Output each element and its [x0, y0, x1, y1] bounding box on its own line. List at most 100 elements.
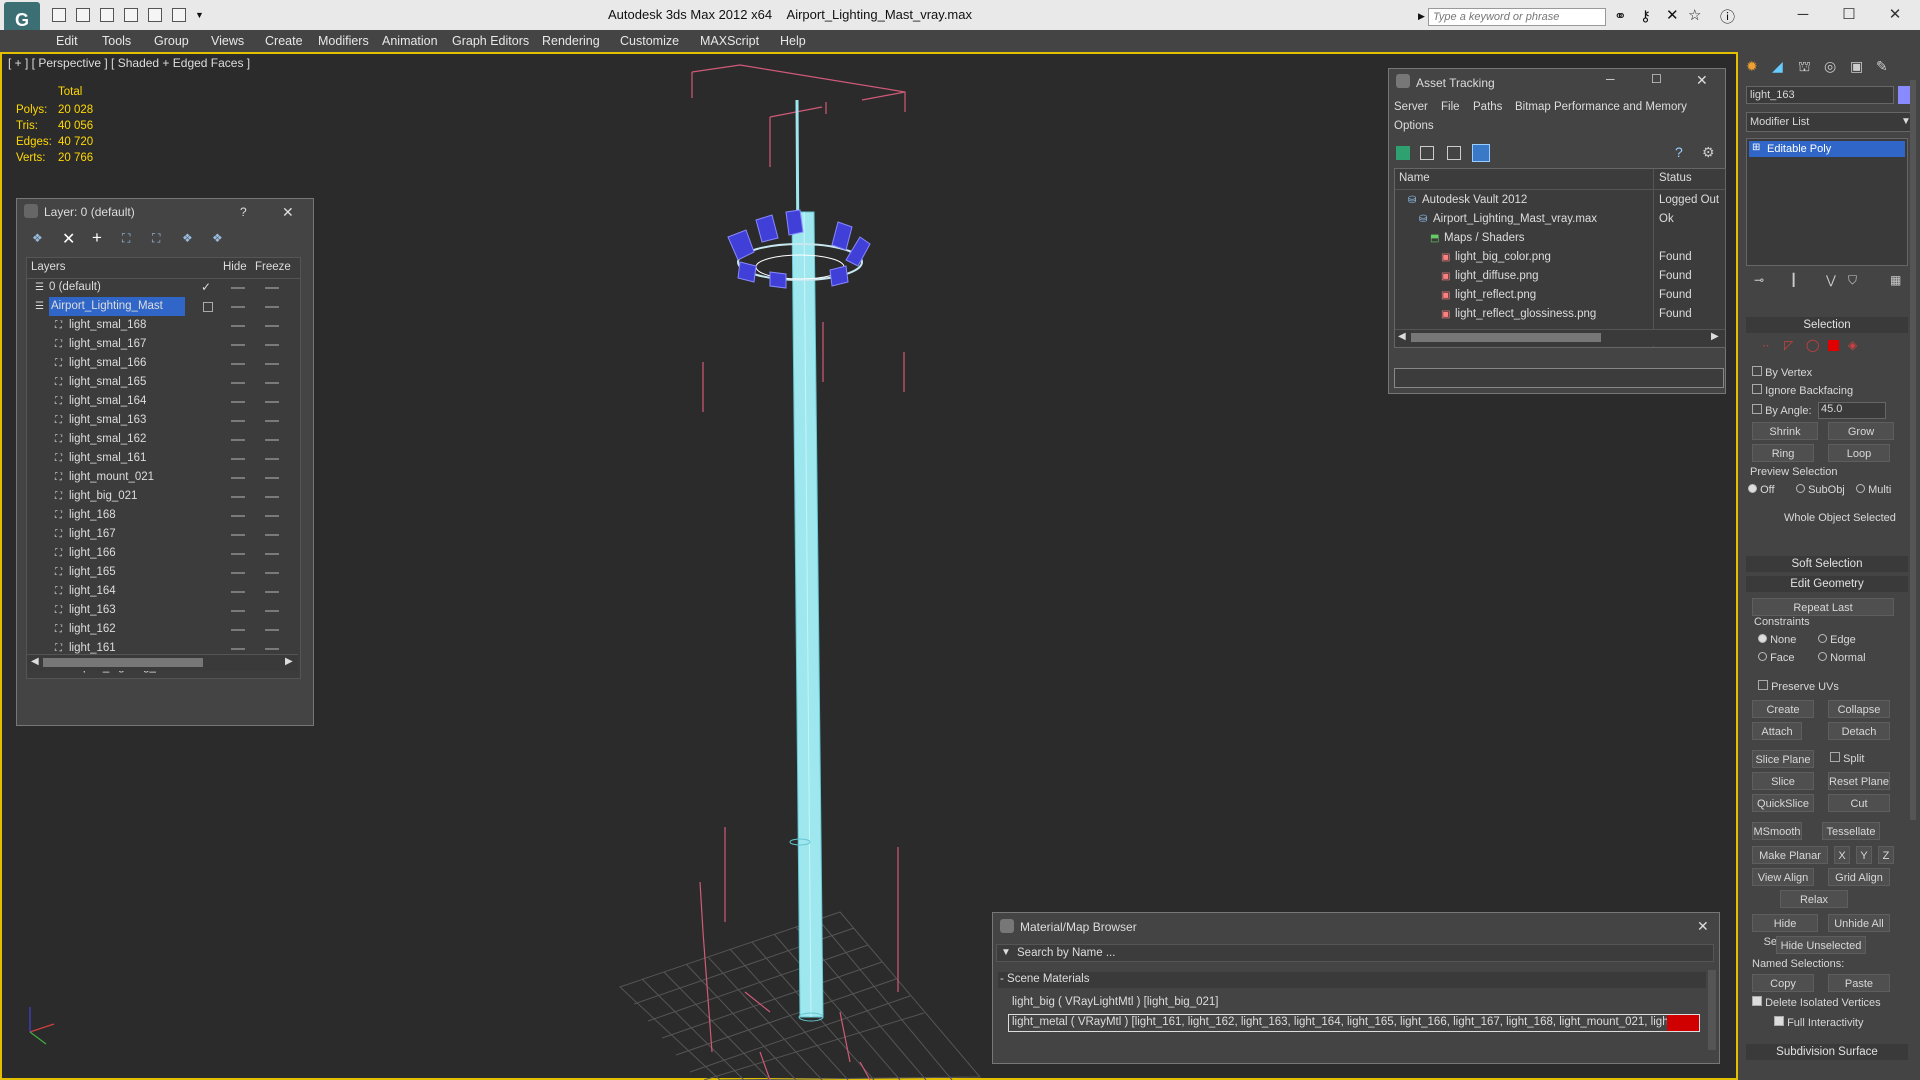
hide-toggle[interactable] — [231, 458, 245, 460]
asset-scroll-thumb[interactable] — [1411, 333, 1601, 342]
delete-layer-icon[interactable]: ✕ — [62, 229, 75, 249]
utilities-tab-icon[interactable]: ✎ — [1876, 58, 1888, 75]
asset-close-button[interactable]: ✕ — [1696, 72, 1708, 89]
freeze-toggle[interactable] — [265, 344, 279, 346]
cut-button[interactable]: Cut — [1828, 794, 1890, 812]
preserve-uvs-checkbox[interactable]: Preserve UVs — [1758, 680, 1839, 693]
layer-help-button[interactable]: ? — [240, 205, 247, 219]
layer-row[interactable]: ⛶ light_smal_163 — [27, 411, 300, 430]
preview-multi-radio[interactable]: Multi — [1856, 484, 1891, 496]
by-vertex-checkbox[interactable]: By Vertex — [1752, 366, 1812, 379]
slice-plane-button[interactable]: Slice Plane — [1752, 750, 1814, 768]
layer-row[interactable]: ⛶ light_smal_164 — [27, 392, 300, 411]
paste-button[interactable]: Paste — [1828, 974, 1890, 992]
column-hide[interactable]: Hide — [223, 261, 247, 273]
command-panel-scrollbar[interactable] — [1910, 80, 1916, 820]
freeze-toggle[interactable] — [265, 610, 279, 612]
hide-toggle[interactable] — [231, 287, 245, 289]
object-name-field[interactable]: light_163 — [1746, 86, 1894, 104]
hide-unselected-button[interactable]: Hide Unselected — [1776, 936, 1866, 954]
menu-modifiers[interactable]: Modifiers — [318, 30, 369, 52]
make-unique-icon[interactable]: ⋁ — [1826, 273, 1836, 287]
select-layer-icon[interactable]: ⛶ — [152, 231, 160, 246]
maximize-button[interactable]: ☐ — [1826, 0, 1872, 30]
expand-plus-icon[interactable]: ⊞ — [1752, 142, 1760, 153]
reset-plane-button[interactable]: Reset Plane — [1828, 772, 1890, 790]
layer-row[interactable]: ⛶ light_smal_167 — [27, 335, 300, 354]
asset-settings-icon[interactable]: ⚙ — [1702, 144, 1715, 161]
hide-toggle[interactable] — [231, 306, 245, 308]
freeze-toggle[interactable] — [265, 325, 279, 327]
layer-row[interactable]: ⛶ light_165 — [27, 563, 300, 582]
quick-access-dropdown-icon[interactable]: ▼ — [195, 10, 204, 20]
slice-button[interactable]: Slice — [1752, 772, 1814, 790]
make-current-layer-icon[interactable]: ❖ — [182, 231, 193, 245]
loop-button[interactable]: Loop — [1828, 444, 1890, 462]
edge-level-icon[interactable]: ◸ — [1784, 338, 1793, 352]
selection-rollout-header[interactable]: Selection — [1746, 317, 1908, 333]
refresh-icon[interactable] — [1396, 146, 1410, 160]
hide-toggle[interactable] — [231, 610, 245, 612]
quickslice-button[interactable]: QuickSlice — [1752, 794, 1814, 812]
favorites-star-icon[interactable]: ☆ — [1688, 6, 1701, 24]
create-layer-icon[interactable]: ❖ — [32, 231, 43, 245]
make-planar-button[interactable]: Make Planar — [1752, 846, 1828, 864]
copy-button[interactable]: Copy — [1752, 974, 1814, 992]
asset-menu-paths[interactable]: Paths — [1473, 101, 1502, 113]
material-close-button[interactable]: ✕ — [1697, 918, 1709, 935]
hide-toggle[interactable] — [231, 344, 245, 346]
layer-row[interactable]: ⛶ light_162 — [27, 620, 300, 639]
scene-materials-header[interactable]: - Scene Materials — [998, 972, 1706, 988]
select-objects-icon[interactable]: ⛶ — [122, 231, 130, 246]
menu-views[interactable]: Views — [211, 30, 244, 52]
scroll-left-icon[interactable]: ◀ — [31, 656, 39, 667]
subdivision-surface-rollout-header[interactable]: Subdivision Surface — [1746, 1044, 1908, 1060]
hide-toggle[interactable] — [231, 477, 245, 479]
layer-row[interactable]: ⛶ light_163 — [27, 601, 300, 620]
make-planar-x-button[interactable]: X — [1834, 846, 1850, 864]
layer-row[interactable]: ⛶ light_164 — [27, 582, 300, 601]
freeze-toggle[interactable] — [265, 306, 279, 308]
layer-horizontal-scrollbar[interactable]: ◀ ▶ — [27, 654, 298, 671]
edit-geometry-rollout-header[interactable]: Edit Geometry — [1746, 576, 1908, 592]
freeze-toggle[interactable] — [265, 553, 279, 555]
material-item-light-metal[interactable]: light_metal ( VRayMtl ) [light_161, ligh… — [1008, 1014, 1700, 1032]
asset-minimize-button[interactable]: ─ — [1606, 72, 1615, 86]
keyword-search-input[interactable]: Type a keyword or phrase — [1428, 8, 1606, 26]
preview-subobj-radio[interactable]: SubObj — [1796, 484, 1845, 496]
close-window-button[interactable]: ✕ — [1872, 0, 1918, 30]
asset-maximize-button[interactable]: ☐ — [1651, 72, 1662, 86]
hide-selected-button[interactable]: Hide Selected — [1752, 914, 1818, 948]
hide-toggle[interactable] — [231, 553, 245, 555]
motion-tab-icon[interactable]: ◎ — [1824, 58, 1836, 75]
asset-row[interactable]: ▣ light_diffuse.png Found — [1395, 267, 1725, 286]
layer-row[interactable]: ⛶ light_166 — [27, 544, 300, 563]
hide-toggle[interactable] — [231, 420, 245, 422]
asset-row[interactable]: ▣ light_reflect_glossiness.png Found — [1395, 305, 1725, 324]
hide-toggle[interactable] — [231, 439, 245, 441]
layer-row[interactable]: ⛶ light_mount_021 — [27, 468, 300, 487]
asset-row[interactable]: ⛁ Autodesk Vault 2012 Logged Out — [1395, 191, 1725, 210]
stack-item-editable-poly[interactable]: ⊞ Editable Poly — [1749, 141, 1905, 157]
hide-toggle[interactable] — [231, 325, 245, 327]
menu-animation[interactable]: Animation — [382, 30, 438, 52]
border-level-icon[interactable]: ◯ — [1806, 338, 1819, 352]
layer-row[interactable]: ⛶ light_167 — [27, 525, 300, 544]
asset-scroll-left-icon[interactable]: ◀ — [1398, 331, 1406, 342]
hide-toggle[interactable] — [231, 515, 245, 517]
open-file-icon[interactable] — [52, 8, 66, 22]
project-folder-icon[interactable] — [172, 8, 186, 22]
scroll-thumb[interactable] — [43, 658, 203, 667]
constraint-normal-radio[interactable]: Normal — [1818, 652, 1866, 664]
material-vertical-scrollbar[interactable] — [1708, 970, 1716, 1050]
layer-row[interactable]: ⛶ light_smal_165 — [27, 373, 300, 392]
menu-maxscript[interactable]: MAXScript — [700, 30, 759, 52]
hide-toggle[interactable] — [231, 363, 245, 365]
constraint-face-radio[interactable]: Face — [1758, 652, 1795, 664]
menu-group[interactable]: Group — [154, 30, 189, 52]
asset-menu-server[interactable]: Server — [1394, 101, 1428, 113]
hide-toggle[interactable] — [231, 591, 245, 593]
hierarchy-tab-icon[interactable]: ⛫ — [1798, 58, 1811, 77]
material-search-input[interactable]: Search by Name ... — [1017, 947, 1115, 959]
menu-edit[interactable]: Edit — [56, 30, 78, 52]
